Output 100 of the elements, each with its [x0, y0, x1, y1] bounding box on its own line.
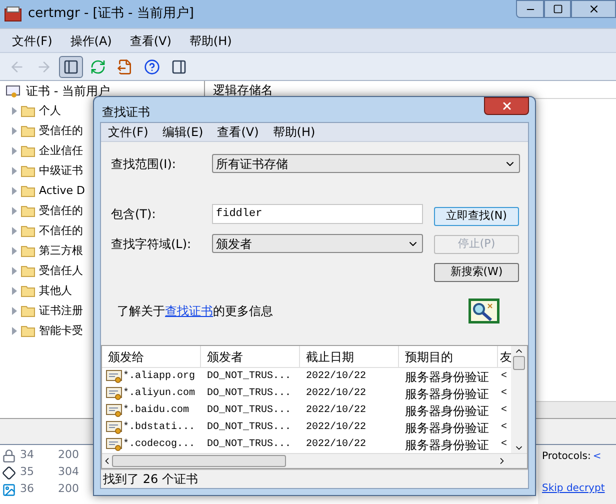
table-cell-text: *.codecog...	[123, 438, 196, 452]
lock-icon	[2, 448, 16, 462]
tree-label: 个人	[39, 102, 61, 119]
table-cell-text: 服务器身份验证	[405, 368, 489, 386]
action-pane-icon	[171, 58, 187, 74]
contains-label: 包含(T):	[111, 206, 157, 223]
protocols-link[interactable]: <	[592, 448, 602, 464]
tree-label: 第三方根	[39, 242, 83, 259]
table-cell-text: 服务器身份验证	[405, 420, 489, 436]
certificate-icon	[106, 370, 122, 384]
menu-item[interactable]: 帮助(H)	[272, 123, 316, 141]
refresh-icon	[90, 58, 106, 74]
folder-icon	[21, 125, 35, 137]
table-cell-text: *.bdstati...	[123, 420, 196, 435]
column-header[interactable]: 逻辑存储名	[213, 83, 273, 97]
certificate-manager-icon	[4, 6, 22, 22]
folder-icon	[21, 205, 35, 217]
table-cell-text: 2022/10/22	[306, 420, 366, 435]
table-cell-text: DO_NOT_TRUS...	[207, 404, 292, 418]
close-button[interactable]	[484, 97, 529, 115]
folder-icon	[21, 105, 35, 117]
column-header[interactable]: 预期目的	[399, 346, 498, 367]
column-header[interactable]: 颁发者	[201, 346, 300, 367]
folder-icon	[21, 245, 35, 257]
tree-label: 受信任的	[39, 202, 83, 219]
tree-label: 中级证书	[39, 162, 83, 179]
scroll-thumb[interactable]	[112, 455, 286, 467]
field-dropdown[interactable]: 颁发者	[212, 234, 423, 253]
certificate-icon	[106, 420, 122, 434]
tree-label: 其他人	[39, 282, 72, 299]
contains-field[interactable]: fiddler	[212, 204, 423, 224]
dialog-button[interactable]: 立即查找(N)	[434, 207, 519, 226]
vertical-scrollbar[interactable]	[511, 346, 527, 453]
table-cell-text: 2022/10/22	[306, 404, 366, 418]
table-cell-text: *.aliapp.org	[123, 370, 196, 384]
tree-label: Active D	[39, 182, 85, 199]
table-cell-text: <	[501, 421, 508, 435]
maximize-button[interactable]	[544, 0, 571, 18]
scroll-thumb[interactable]	[513, 356, 525, 370]
tree-label: 企业信任	[39, 142, 83, 159]
protocols-label: Protocols:	[542, 450, 591, 464]
help-text: 了解关于查找证书的更多信息	[117, 303, 273, 320]
result-code: 200	[58, 481, 79, 498]
horizontal-scrollbar[interactable]	[102, 453, 527, 468]
menu-item[interactable]: 文件(F)	[12, 32, 52, 50]
certificate-icon	[106, 438, 122, 452]
folder-icon	[21, 185, 35, 197]
session-number: 36	[20, 481, 35, 498]
certificate-icon	[106, 386, 122, 400]
help-icon	[144, 58, 160, 74]
table-cell-text: DO_NOT_TRUS...	[207, 438, 292, 452]
dialog-button[interactable]: 新搜索(W)	[434, 263, 519, 282]
diamond-icon	[2, 466, 16, 480]
session-number: 34	[20, 447, 35, 464]
tree-root[interactable]: 证书 - 当前用户	[26, 82, 110, 100]
menu-item[interactable]: 帮助(H)	[189, 32, 232, 50]
table-cell-text: 服务器身份验证	[405, 402, 489, 420]
session-number: 35	[20, 464, 35, 480]
find-certificates-link[interactable]: 查找证书	[165, 304, 213, 318]
menu-item[interactable]: 查看(V)	[130, 32, 172, 50]
skip-decrypt-link[interactable]: Skip decrypt	[542, 481, 605, 496]
folder-icon	[21, 305, 35, 317]
maximize-icon	[552, 4, 562, 14]
window-title: certmgr - [证书 - 当前用户]	[28, 5, 194, 24]
tree-toggle-icon	[63, 58, 79, 74]
table-cell-text: *.baidu.com	[123, 404, 190, 418]
tree-label: 证书注册	[39, 302, 83, 319]
folder-icon	[21, 285, 35, 297]
tree-label: 智能卡受	[39, 322, 83, 339]
column-header[interactable]: 截止日期	[300, 346, 399, 367]
image-icon	[2, 482, 16, 496]
table-cell-text: 2022/10/22	[306, 370, 366, 384]
table-cell-text: *.aliyun.com	[123, 386, 196, 401]
table-cell-text: DO_NOT_TRUS...	[207, 370, 292, 384]
tree-label: 受信任人	[39, 262, 83, 279]
menu-item[interactable]: 查看(V)	[217, 123, 259, 141]
close-button[interactable]	[571, 0, 616, 18]
export-icon	[117, 58, 133, 74]
table-cell-text: 2022/10/22	[306, 438, 366, 452]
toolbar-button[interactable]	[59, 56, 83, 78]
field-label: 查找字符域(L):	[111, 236, 192, 252]
table-cell-text: 服务器身份验证	[405, 386, 489, 402]
table-cell-text: <	[501, 438, 508, 452]
scope-dropdown[interactable]: 所有证书存储	[212, 154, 520, 173]
table-cell-text: <	[501, 404, 508, 418]
table-cell-text: DO_NOT_TRUS...	[207, 421, 292, 435]
certificate-search-icon	[468, 298, 500, 324]
table-cell-text: <	[501, 370, 508, 384]
dialog-title: 查找证书	[102, 104, 150, 121]
folder-icon	[21, 325, 35, 337]
close-icon	[588, 3, 600, 15]
menu-item[interactable]: 文件(F)	[108, 123, 148, 141]
certificate-store-icon	[6, 84, 22, 98]
certificate-icon	[106, 404, 122, 418]
table-cell-text: 服务器身份验证	[405, 436, 489, 453]
menu-item[interactable]: 操作(A)	[70, 32, 112, 50]
table-cell-text: 2022/10/22	[306, 386, 366, 401]
menu-item[interactable]: 编辑(E)	[162, 123, 204, 141]
column-header[interactable]: 颁发给	[102, 346, 201, 367]
result-code: 200	[58, 447, 79, 464]
